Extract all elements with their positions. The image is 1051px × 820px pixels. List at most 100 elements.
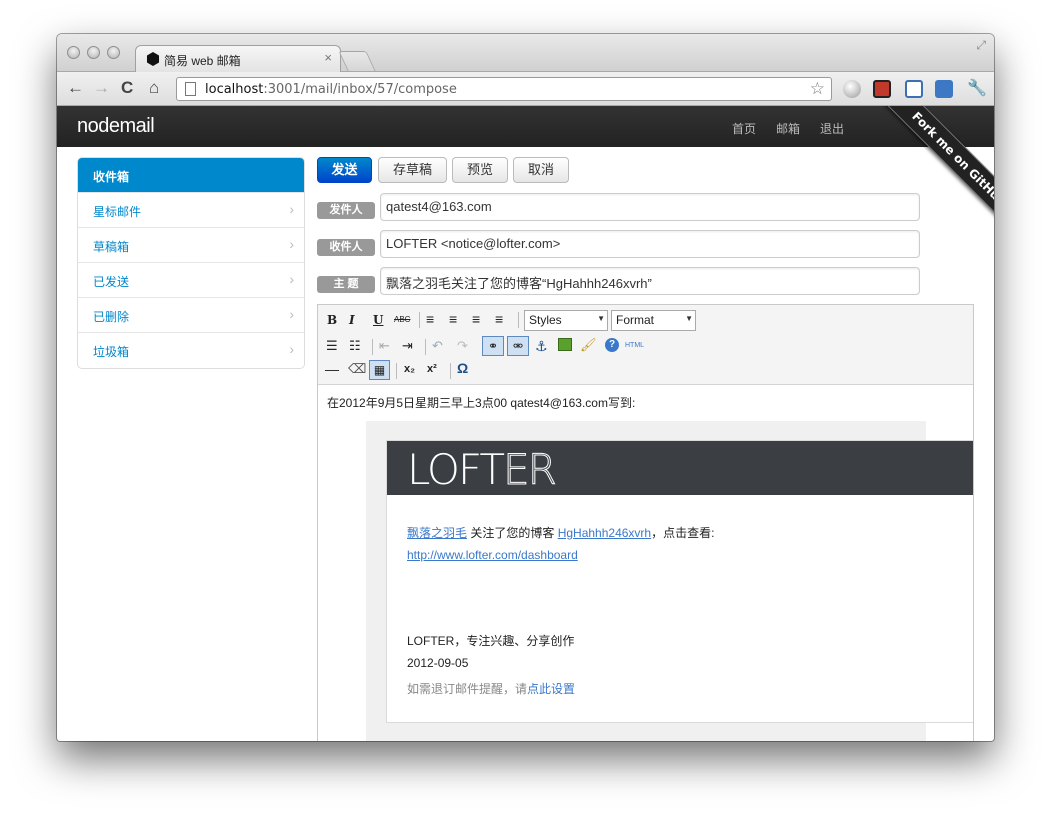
brand-logo[interactable]: nodemail bbox=[77, 115, 155, 138]
special-character-icon[interactable]: Ω bbox=[457, 360, 468, 376]
quote-intro: 在2012年9月5日星期三早上3点00 qatest4@163.com写到: bbox=[327, 396, 636, 410]
to-field[interactable]: LOFTER <notice@lofter.com> bbox=[380, 230, 920, 258]
subject-field[interactable]: 飘落之羽毛关注了您的博客“HgHahhh246xvrh” bbox=[380, 267, 920, 295]
save-draft-button[interactable]: 存草稿 bbox=[378, 157, 447, 183]
back-arrow-icon[interactable]: ← bbox=[67, 78, 84, 98]
sidebar-item-spam[interactable]: 垃圾箱 › bbox=[78, 333, 304, 368]
toolbar-separator bbox=[419, 312, 420, 328]
address-bar[interactable]: localhost:3001/mail/inbox/57/compose ☆ bbox=[176, 77, 832, 101]
bullet-list-icon[interactable]: ☰ bbox=[326, 338, 338, 354]
blog-link[interactable]: HgHahhh246xvrh bbox=[558, 526, 651, 540]
horizontal-rule-icon[interactable]: — bbox=[325, 361, 339, 377]
zoom-window-button[interactable] bbox=[107, 46, 120, 59]
close-icon[interactable]: × bbox=[324, 50, 332, 65]
toolbar-separator bbox=[372, 339, 373, 355]
subscript-icon[interactable]: x₂ bbox=[404, 363, 415, 375]
italic-icon[interactable]: I bbox=[349, 313, 355, 327]
align-right-icon[interactable]: ≡ bbox=[472, 311, 480, 327]
wrench-icon[interactable]: 🔧 bbox=[967, 78, 987, 98]
align-center-icon[interactable]: ≡ bbox=[449, 311, 457, 327]
sidebar-item-sent[interactable]: 已发送 › bbox=[78, 263, 304, 298]
toolbar-separator bbox=[518, 312, 519, 328]
redo-icon[interactable]: ↷ bbox=[457, 338, 468, 354]
outdent-icon[interactable]: ⇤ bbox=[379, 338, 390, 354]
sidebar-item-drafts[interactable]: 草稿箱 › bbox=[78, 228, 304, 263]
unlink-icon[interactable]: ⚮ bbox=[507, 336, 529, 356]
nav-link-home[interactable]: 首页 bbox=[732, 120, 756, 137]
sidebar-item-label: 草稿箱 bbox=[93, 240, 130, 254]
image-icon[interactable] bbox=[558, 338, 572, 351]
underline-icon[interactable]: U bbox=[373, 313, 383, 327]
home-icon[interactable]: ⌂ bbox=[149, 78, 159, 98]
close-window-button[interactable] bbox=[67, 46, 80, 59]
format-dropdown[interactable]: Format ▼ bbox=[611, 310, 696, 331]
strikethrough-icon[interactable]: ABC bbox=[394, 315, 410, 324]
sidebar-item-label: 星标邮件 bbox=[93, 205, 142, 219]
styles-dropdown[interactable]: Styles ▼ bbox=[524, 310, 608, 331]
page-icon bbox=[185, 82, 196, 96]
follow-notice: 飘落之羽毛 关注了您的博客 HgHahhh246xvrh，点击查看: bbox=[407, 526, 715, 540]
title-bar: 简易 web 邮箱 × ⤢ bbox=[57, 34, 994, 72]
dashboard-link-line: http://www.lofter.com/dashboard bbox=[407, 548, 578, 562]
unsubscribe-link[interactable]: 点此设置 bbox=[527, 682, 575, 696]
numbered-list-icon[interactable]: ☷ bbox=[349, 338, 361, 354]
nav-link-mailbox[interactable]: 邮箱 bbox=[776, 120, 800, 137]
extension-screen-icon[interactable] bbox=[905, 80, 923, 98]
undo-icon[interactable]: ↶ bbox=[432, 338, 443, 354]
cancel-button[interactable]: 取消 bbox=[513, 157, 569, 183]
from-label: 发件人 bbox=[317, 202, 375, 219]
from-field[interactable]: qatest4@163.com bbox=[380, 193, 920, 221]
help-icon[interactable]: ? bbox=[605, 338, 619, 352]
new-tab-button[interactable] bbox=[338, 51, 376, 71]
eraser-icon[interactable]: ⌫ bbox=[348, 361, 366, 377]
follower-link[interactable]: 飘落之羽毛 bbox=[407, 526, 467, 540]
signature: LOFTER，专注兴趣、分享创作 bbox=[407, 634, 575, 648]
align-justify-icon[interactable]: ≡ bbox=[495, 311, 503, 327]
editor-body[interactable]: 在2012年9月5日星期三早上3点00 qatest4@163.com写到: L… bbox=[318, 385, 973, 741]
align-left-icon[interactable]: ≡ bbox=[426, 311, 434, 327]
sidebar: 收件箱 星标邮件 › 草稿箱 › 已发送 › 已删除 › 垃圾箱 › bbox=[77, 157, 305, 369]
link-icon[interactable]: ⚭ bbox=[482, 336, 504, 356]
sidebar-item-inbox[interactable]: 收件箱 bbox=[78, 158, 304, 193]
sidebar-item-label: 垃圾箱 bbox=[93, 345, 130, 359]
superscript-icon[interactable]: x² bbox=[427, 363, 437, 375]
sidebar-item-label: 已删除 bbox=[93, 310, 130, 324]
dashboard-link[interactable]: http://www.lofter.com/dashboard bbox=[407, 548, 578, 562]
bookmark-star-icon[interactable]: ☆ bbox=[810, 79, 825, 99]
sidebar-item-starred[interactable]: 星标邮件 › bbox=[78, 193, 304, 228]
chevron-right-icon: › bbox=[289, 271, 294, 287]
visual-aid-icon[interactable]: ▦ bbox=[369, 360, 390, 380]
editor-toolbar: B I U ABC ≡ ≡ ≡ ≡ Styles ▼ Format ▼ ☰ ☷ ⇤ … bbox=[318, 305, 973, 385]
email-date: 2012-09-05 bbox=[407, 656, 469, 670]
toolbar-separator bbox=[425, 339, 426, 355]
extension-s-icon[interactable] bbox=[873, 80, 891, 98]
url-text: localhost:3001/mail/inbox/57/compose bbox=[205, 82, 457, 97]
lofter-logo: LOFTER bbox=[407, 445, 557, 495]
extension-download-icon[interactable] bbox=[935, 80, 953, 98]
subject-label: 主 题 bbox=[317, 276, 375, 293]
lofter-header: LOFTER bbox=[387, 441, 973, 495]
dropdown-arrow-icon: ▼ bbox=[685, 314, 693, 323]
browser-tab[interactable]: 简易 web 邮箱 × bbox=[135, 45, 341, 72]
sidebar-item-deleted[interactable]: 已删除 › bbox=[78, 298, 304, 333]
indent-icon[interactable]: ⇥ bbox=[402, 338, 413, 354]
minimize-window-button[interactable] bbox=[87, 46, 100, 59]
bold-icon[interactable]: B bbox=[327, 313, 337, 327]
fullscreen-icon[interactable]: ⤢ bbox=[976, 38, 986, 53]
toolbar-separator bbox=[396, 363, 397, 379]
preview-button[interactable]: 预览 bbox=[452, 157, 508, 183]
anchor-icon[interactable]: ⚓ bbox=[535, 338, 548, 355]
chevron-right-icon: › bbox=[289, 201, 294, 217]
browser-window: 简易 web 邮箱 × ⤢ ← → C ⌂ localhost:3001/mai… bbox=[57, 34, 994, 741]
extension-globe-icon[interactable] bbox=[843, 80, 861, 98]
forward-arrow-icon[interactable]: → bbox=[93, 78, 110, 98]
html-source-button[interactable]: HTML bbox=[625, 342, 644, 349]
to-label: 收件人 bbox=[317, 239, 375, 256]
nav-link-logout[interactable]: 退出 bbox=[820, 120, 844, 137]
cleanup-brush-icon[interactable]: 🖌 bbox=[580, 337, 597, 353]
browser-toolbar: ← → C ⌂ localhost:3001/mail/inbox/57/com… bbox=[57, 72, 994, 106]
tab-title: 简易 web 邮箱 bbox=[164, 54, 241, 68]
send-button[interactable]: 发送 bbox=[317, 157, 372, 183]
reload-icon[interactable]: C bbox=[121, 78, 133, 98]
chevron-right-icon: › bbox=[289, 341, 294, 357]
